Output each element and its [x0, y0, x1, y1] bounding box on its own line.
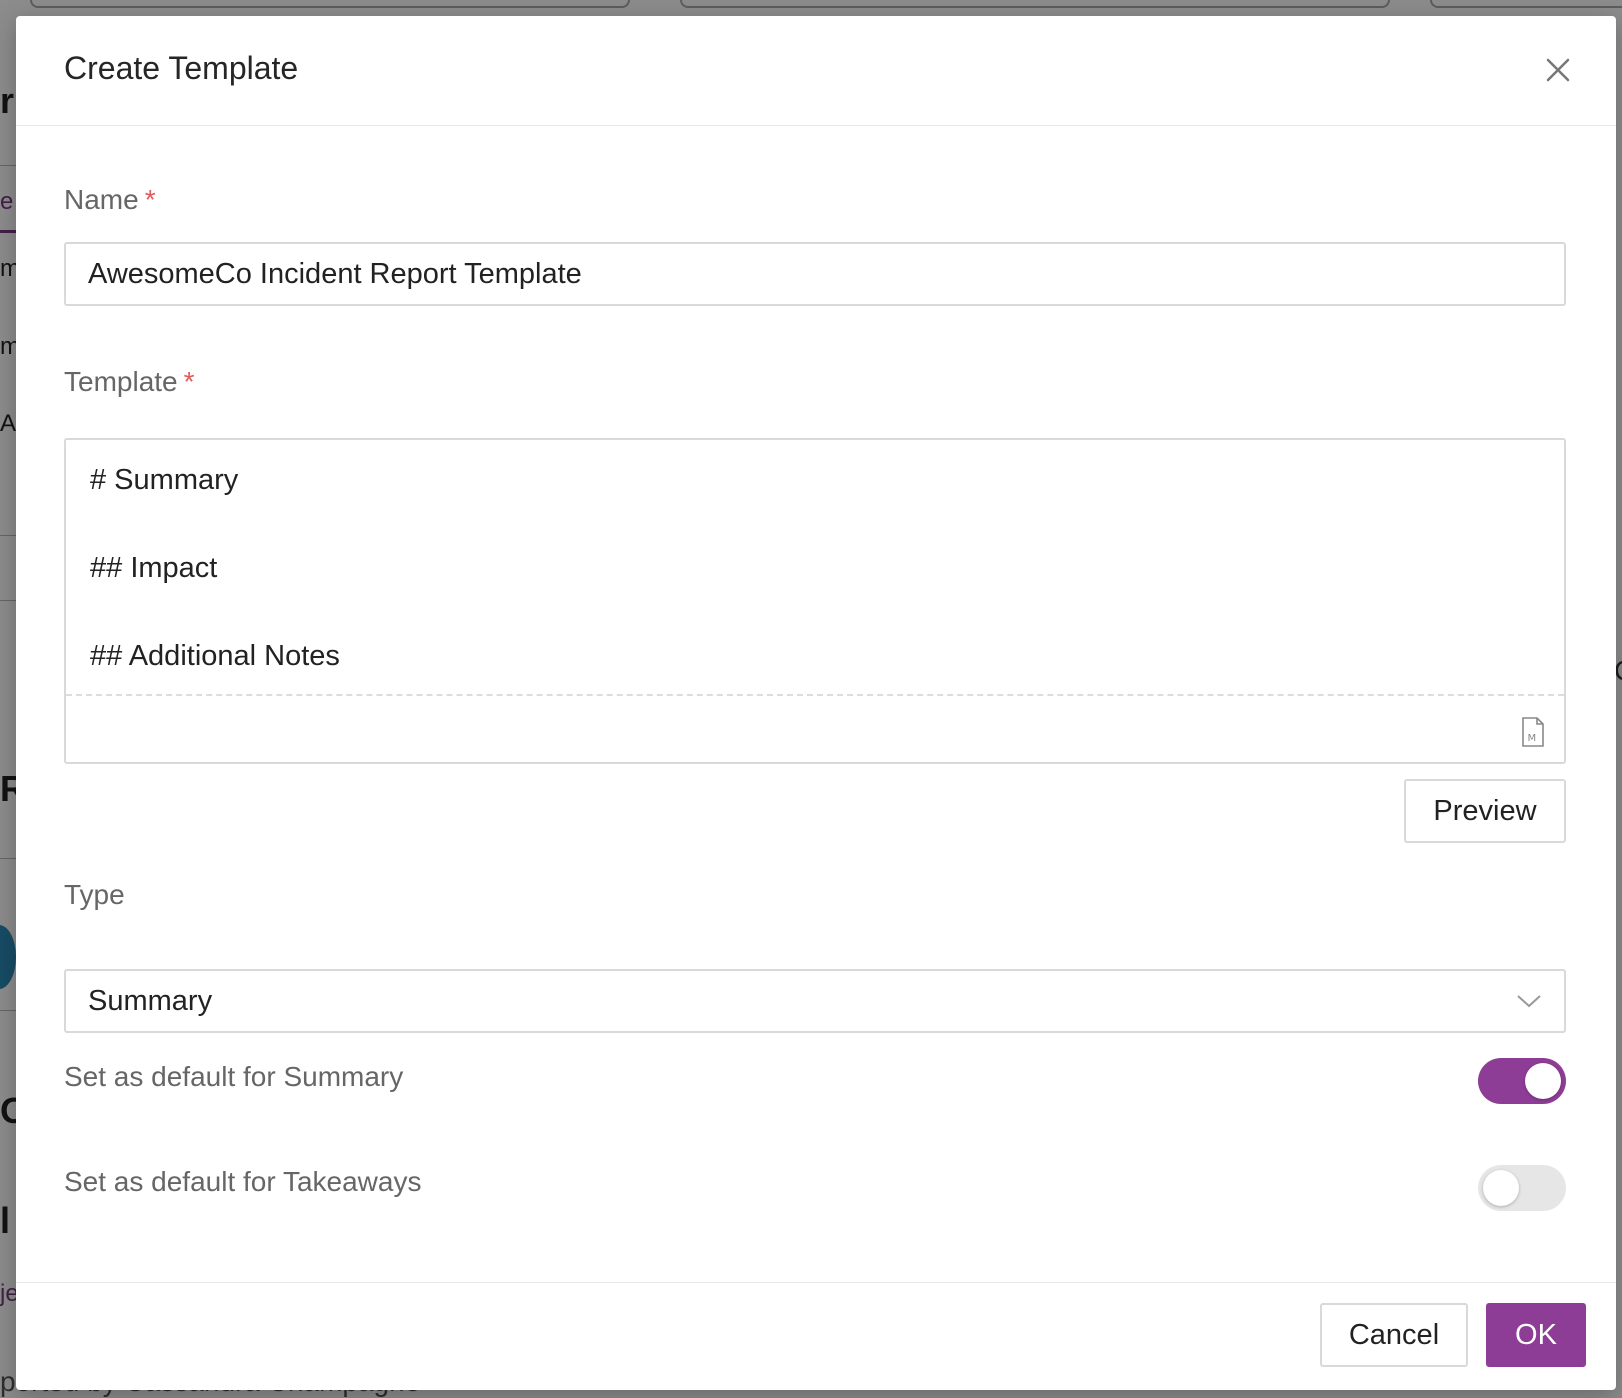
template-label: Template * [64, 366, 195, 398]
modal-header: Create Template [16, 16, 1616, 126]
default-takeaways-label: Set as default for Takeaways [64, 1166, 422, 1197]
default-summary-label: Set as default for Summary [64, 1061, 404, 1092]
name-input-value: AwesomeCo Incident Report Template [88, 257, 582, 290]
close-icon [1546, 58, 1570, 82]
name-input[interactable]: AwesomeCo Incident Report Template [64, 242, 1566, 306]
toggle-knob [1525, 1063, 1561, 1099]
default-summary-toggle[interactable] [1478, 1058, 1566, 1104]
markdown-file-icon[interactable]: M [1520, 716, 1546, 748]
cancel-button[interactable]: Cancel [1320, 1303, 1468, 1367]
modal-title: Create Template [64, 50, 299, 86]
modal-footer: Cancel OK [16, 1282, 1616, 1390]
template-editor-content[interactable]: # Summary ## Impact ## Additional Notes [90, 458, 340, 722]
required-asterisk: * [183, 366, 195, 397]
editor-divider [66, 694, 1564, 696]
editor-line: # Summary [90, 464, 239, 496]
type-select-value: Summary [88, 984, 213, 1017]
type-label: Type [64, 879, 125, 910]
close-button[interactable] [1540, 52, 1576, 88]
ok-button[interactable]: OK [1486, 1303, 1586, 1367]
editor-line: ## Additional Notes [90, 640, 340, 672]
type-select[interactable]: Summary [64, 969, 1566, 1033]
toggle-knob [1483, 1170, 1519, 1206]
template-label-text: Template [64, 366, 178, 397]
template-editor[interactable]: # Summary ## Impact ## Additional Notes … [64, 438, 1566, 764]
default-takeaways-toggle[interactable] [1478, 1165, 1566, 1211]
name-label-text: Name [64, 184, 139, 215]
required-asterisk: * [144, 184, 156, 215]
preview-button[interactable]: Preview [1404, 779, 1566, 843]
svg-text:M: M [1528, 733, 1537, 744]
create-template-modal: Create Template Name * AwesomeCo Incident… [16, 16, 1616, 1390]
chevron-down-icon [1517, 995, 1541, 1008]
editor-line: ## Impact [90, 552, 218, 584]
name-label: Name * [64, 184, 156, 216]
